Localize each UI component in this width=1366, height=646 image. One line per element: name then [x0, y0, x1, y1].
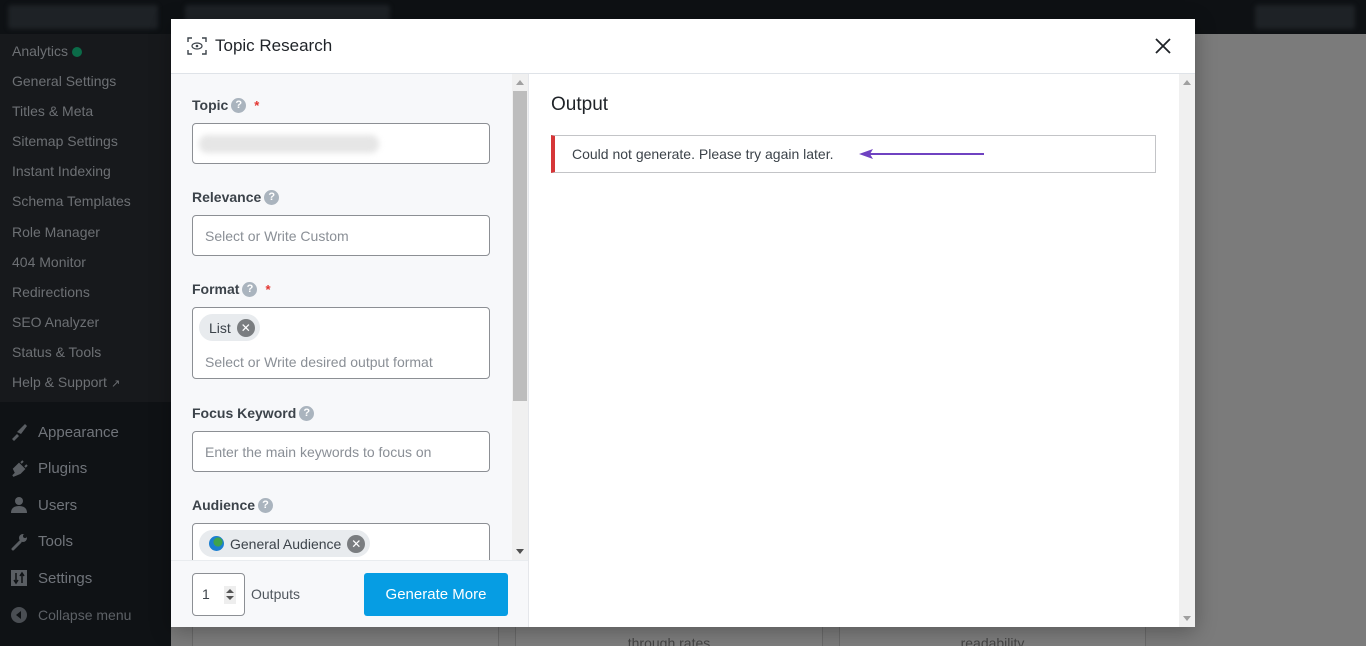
help-icon[interactable]: ?	[231, 97, 247, 113]
topic-field: Topic ? *	[192, 96, 511, 164]
audience-multiselect[interactable]: General Audience ✕	[192, 523, 490, 560]
external-link-icon: ↗	[110, 378, 121, 391]
submenu-item-instant-indexing[interactable]: Instant Indexing	[0, 156, 171, 186]
modal-title: Topic Research	[215, 36, 333, 55]
redacted-topic-value	[199, 134, 379, 153]
submenu-item-404-monitor[interactable]: 404 Monitor	[0, 247, 171, 277]
audience-chip-general: General Audience ✕	[199, 530, 371, 557]
menu-item-plugins[interactable]: Plugins	[0, 451, 171, 488]
form-footer: 1 Outputs Generate More	[171, 560, 528, 627]
submenu-item-sitemap-settings[interactable]: Sitemap Settings	[0, 126, 171, 156]
submenu-item-general-settings[interactable]: General Settings	[0, 66, 171, 96]
relevance-field: Relevance ? Select or Write Custom	[192, 188, 511, 256]
wrench-icon	[9, 532, 29, 552]
scroll-up-arrow-icon[interactable]	[516, 80, 524, 85]
output-title: Output	[551, 94, 609, 115]
submenu-item-role-manager[interactable]: Role Manager	[0, 217, 171, 247]
collapse-icon	[9, 605, 29, 625]
relevance-label: Relevance	[192, 189, 262, 205]
menu-item-users[interactable]: Users	[0, 487, 171, 524]
scrollbar-thumb[interactable]	[513, 91, 527, 401]
scroll-down-arrow-icon[interactable]	[1183, 616, 1191, 621]
scroll-down-arrow-icon[interactable]	[516, 549, 524, 554]
input-panel: Topic ? * Relevance ? Select or Write Cu…	[171, 74, 529, 627]
outputs-stepper[interactable]: 1	[192, 572, 245, 616]
help-icon[interactable]: ?	[299, 405, 315, 421]
menu-item-appearance[interactable]: Appearance	[0, 414, 171, 451]
collapse-menu-button[interactable]: Collapse menu	[0, 597, 171, 634]
admin-bar-blurred-user	[1255, 5, 1355, 29]
annotation-arrow-icon	[859, 149, 984, 159]
topic-label: Topic	[192, 97, 229, 113]
submenu-item-schema-templates[interactable]: Schema Templates	[0, 186, 171, 216]
eye-focus-icon	[187, 37, 207, 55]
remove-chip-icon[interactable]: ✕	[236, 318, 255, 337]
help-icon[interactable]: ?	[264, 189, 280, 205]
remove-chip-icon[interactable]: ✕	[347, 534, 366, 553]
focus-keyword-field: Focus Keyword ? Enter the main keywords …	[192, 404, 511, 472]
submenu-item-titles-meta[interactable]: Titles & Meta	[0, 96, 171, 126]
admin-sidebar: Analytics General Settings Titles & Meta…	[0, 34, 171, 646]
relevance-input[interactable]: Select or Write Custom	[192, 215, 490, 256]
topic-input[interactable]	[192, 123, 490, 164]
submenu-item-seo-analyzer[interactable]: SEO Analyzer	[0, 307, 171, 337]
outputs-label: Outputs	[251, 586, 301, 602]
main-menu: Appearance Plugins Users Tools Settings …	[0, 402, 171, 633]
output-panel: Output Could not generate. Please try ag…	[530, 74, 1195, 627]
submenu-item-redirections[interactable]: Redirections	[0, 277, 171, 307]
menu-item-tools[interactable]: Tools	[0, 524, 171, 561]
audience-field: Audience ? General Audience ✕	[192, 496, 511, 560]
format-placeholder: Select or Write desired output format	[205, 354, 433, 370]
required-marker: *	[265, 281, 271, 297]
status-dot	[72, 47, 83, 57]
close-icon	[1155, 38, 1171, 54]
required-marker: *	[254, 97, 260, 113]
paintbrush-icon	[9, 422, 29, 442]
plugin-icon	[9, 459, 29, 479]
form-scrollbar[interactable]	[512, 74, 528, 560]
output-scrollbar[interactable]	[1179, 74, 1195, 627]
format-field: Format ? * List ✕ Select or Write desire…	[192, 280, 511, 379]
error-notice: Could not generate. Please try again lat…	[551, 135, 1156, 173]
focus-keyword-label: Focus Keyword	[192, 405, 297, 421]
topic-research-modal: Topic Research Topic ? * Relevance ? Sel…	[171, 19, 1195, 627]
admin-bar-blurred-left	[8, 5, 158, 29]
modal-header: Topic Research	[171, 19, 1195, 74]
rank-math-submenu: Analytics General Settings Titles & Meta…	[0, 34, 171, 402]
settings-icon	[9, 568, 29, 588]
stepper-arrows-icon[interactable]	[224, 585, 236, 604]
menu-item-settings[interactable]: Settings	[0, 560, 171, 597]
submenu-item-help-support[interactable]: Help & Support ↗	[0, 367, 171, 397]
help-icon[interactable]: ?	[242, 281, 258, 297]
user-icon	[9, 495, 29, 515]
audience-label: Audience	[192, 497, 256, 513]
format-chip-list: List ✕	[199, 314, 260, 341]
generate-more-button[interactable]: Generate More	[364, 573, 508, 616]
globe-icon	[209, 536, 224, 551]
submenu-item-analytics[interactable]: Analytics	[0, 36, 171, 66]
close-button[interactable]	[1153, 36, 1173, 56]
submenu-item-status-tools[interactable]: Status & Tools	[0, 337, 171, 367]
scroll-up-arrow-icon[interactable]	[1183, 80, 1191, 85]
focus-keyword-input[interactable]: Enter the main keywords to focus on	[192, 431, 490, 472]
error-message: Could not generate. Please try again lat…	[572, 146, 834, 162]
help-icon[interactable]: ?	[258, 497, 274, 513]
format-label: Format	[192, 281, 240, 297]
format-multiselect[interactable]: List ✕ Select or Write desired output fo…	[192, 307, 490, 379]
form-scroll-area: Topic ? * Relevance ? Select or Write Cu…	[171, 74, 511, 560]
